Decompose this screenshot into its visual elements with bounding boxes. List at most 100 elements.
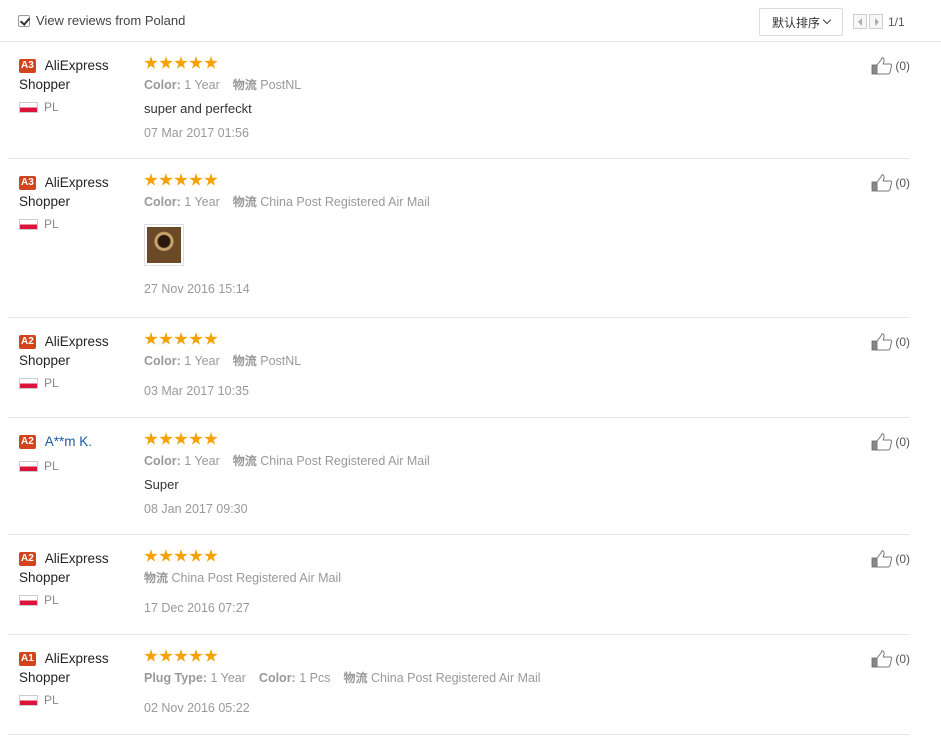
star-icon bbox=[204, 649, 218, 662]
star-icon bbox=[204, 432, 218, 445]
star-icon bbox=[159, 56, 173, 69]
poland-flag-icon bbox=[19, 460, 38, 472]
star-icon bbox=[174, 649, 188, 662]
country-code: PL bbox=[44, 217, 59, 231]
star-rating bbox=[144, 56, 794, 70]
review-date: 03 Mar 2017 10:35 bbox=[144, 384, 249, 398]
attr-label: Color: bbox=[144, 354, 181, 368]
prev-page-button[interactable] bbox=[853, 14, 867, 29]
buyer-level-badge: A3 bbox=[19, 59, 36, 73]
country-filter[interactable]: View reviews from Poland bbox=[18, 13, 185, 28]
buyer-level-badge: A2 bbox=[19, 335, 36, 349]
review-item: A2 A**m K. PL Color: 1 Year 物流 China Pos… bbox=[8, 418, 910, 535]
review-date: 17 Dec 2016 07:27 bbox=[144, 601, 250, 615]
review-content: Color: 1 Year 物流 China Post Registered A… bbox=[144, 173, 794, 298]
review-date: 08 Jan 2017 09:30 bbox=[144, 502, 248, 516]
review-item: A2 AliExpress Shopper PL 物流 China Post R… bbox=[8, 535, 910, 635]
review-date: 07 Mar 2017 01:56 bbox=[144, 126, 249, 140]
reviews-toolbar: View reviews from Poland 默认排序 1/1 bbox=[0, 0, 941, 42]
star-icon bbox=[144, 332, 158, 345]
review-text: super and perfeckt bbox=[144, 101, 252, 116]
reviewer-info: A1 AliExpress Shopper PL bbox=[19, 649, 137, 707]
star-icon bbox=[144, 173, 158, 186]
helpful-button[interactable]: (0) bbox=[871, 333, 910, 351]
order-attributes: Color: 1 Year 物流 PostNL bbox=[144, 76, 794, 94]
reviewer-name-2: Shopper bbox=[19, 77, 71, 92]
order-attributes: Color: 1 Year 物流 China Post Registered A… bbox=[144, 452, 794, 470]
reviewer-info: A2 AliExpress Shopper PL bbox=[19, 332, 137, 390]
poland-flag-icon bbox=[19, 218, 38, 230]
buyer-level-badge: A2 bbox=[19, 552, 36, 566]
attr-label: Color: bbox=[258, 671, 296, 685]
reviewer-name-link[interactable]: A**m K. bbox=[45, 432, 92, 451]
reviewer-info: A3 AliExpress Shopper PL bbox=[19, 173, 137, 231]
next-page-button[interactable] bbox=[869, 14, 883, 29]
thumbs-up-icon bbox=[871, 433, 893, 451]
star-rating bbox=[144, 173, 794, 187]
star-icon bbox=[204, 332, 218, 345]
reviewer-info: A3 AliExpress Shopper PL bbox=[19, 56, 137, 114]
sort-label: 默认排序 bbox=[771, 15, 820, 30]
star-icon bbox=[204, 549, 218, 562]
attr-value: 1 Year bbox=[184, 78, 220, 92]
star-icon bbox=[159, 549, 173, 562]
attr-label: 物流 bbox=[232, 454, 257, 468]
star-rating bbox=[144, 549, 794, 563]
review-content: Color: 1 Year 物流 China Post Registered A… bbox=[144, 432, 794, 518]
review-item: A3 AliExpress Shopper PL Color: 1 Year 物… bbox=[8, 159, 910, 318]
star-icon bbox=[189, 549, 203, 562]
helpful-button[interactable]: (0) bbox=[871, 433, 910, 451]
helpful-button[interactable]: (0) bbox=[871, 650, 910, 668]
sort-dropdown[interactable]: 默认排序 bbox=[759, 8, 843, 36]
pagination: 1/1 bbox=[853, 14, 905, 29]
helpful-button[interactable]: (0) bbox=[871, 174, 910, 192]
star-icon bbox=[189, 649, 203, 662]
star-icon bbox=[174, 173, 188, 186]
helpful-count: (0) bbox=[895, 335, 910, 349]
review-date: 27 Nov 2016 15:14 bbox=[144, 282, 250, 296]
review-content: Plug Type: 1 Year Color: 1 Pcs 物流 China … bbox=[144, 649, 794, 717]
review-photo-thumbnail[interactable] bbox=[144, 224, 184, 266]
reviewer-name-2: Shopper bbox=[19, 570, 71, 585]
checkbox-icon[interactable] bbox=[18, 14, 30, 27]
reviewer-country: PL bbox=[19, 459, 137, 473]
reviewer-name-2: Shopper bbox=[19, 194, 71, 209]
reviewer-name: AliExpress bbox=[44, 58, 109, 73]
reviewer-info: A2 A**m K. PL bbox=[19, 432, 137, 473]
reviewer-name: AliExpress bbox=[44, 334, 109, 349]
reviewer-name: AliExpress bbox=[44, 175, 109, 190]
star-icon bbox=[144, 432, 158, 445]
reviewer-country: PL bbox=[19, 593, 137, 607]
country-code: PL bbox=[44, 693, 59, 707]
thumbs-up-icon bbox=[871, 57, 893, 75]
star-rating bbox=[144, 432, 794, 446]
helpful-count: (0) bbox=[895, 176, 910, 190]
poland-flag-icon bbox=[19, 377, 38, 389]
star-icon bbox=[174, 332, 188, 345]
star-icon bbox=[159, 173, 173, 186]
star-rating bbox=[144, 649, 794, 663]
attr-label: 物流 bbox=[343, 671, 368, 685]
order-attributes: 物流 China Post Registered Air Mail bbox=[144, 569, 794, 587]
order-attributes: Color: 1 Year 物流 PostNL bbox=[144, 352, 794, 370]
review-photo bbox=[147, 227, 181, 263]
attr-value: 1 Year bbox=[210, 671, 246, 685]
star-icon bbox=[159, 432, 173, 445]
star-icon bbox=[174, 432, 188, 445]
attr-value: PostNL bbox=[260, 78, 302, 92]
star-icon bbox=[204, 173, 218, 186]
attr-label: 物流 bbox=[232, 354, 257, 368]
helpful-count: (0) bbox=[895, 652, 910, 666]
helpful-button[interactable]: (0) bbox=[871, 550, 910, 568]
attr-value: 1 Year bbox=[184, 454, 220, 468]
star-icon bbox=[159, 332, 173, 345]
attr-value: 1 Year bbox=[184, 354, 220, 368]
helpful-button[interactable]: (0) bbox=[871, 57, 910, 75]
buyer-level-badge: A3 bbox=[19, 176, 36, 190]
star-icon bbox=[144, 649, 158, 662]
chevron-down-icon bbox=[822, 15, 832, 25]
review-item: A2 AliExpress Shopper PL Color: 1 Year 物… bbox=[8, 318, 910, 418]
attr-value: 1 Year bbox=[184, 195, 220, 209]
star-icon bbox=[204, 56, 218, 69]
attr-label: Color: bbox=[144, 454, 181, 468]
